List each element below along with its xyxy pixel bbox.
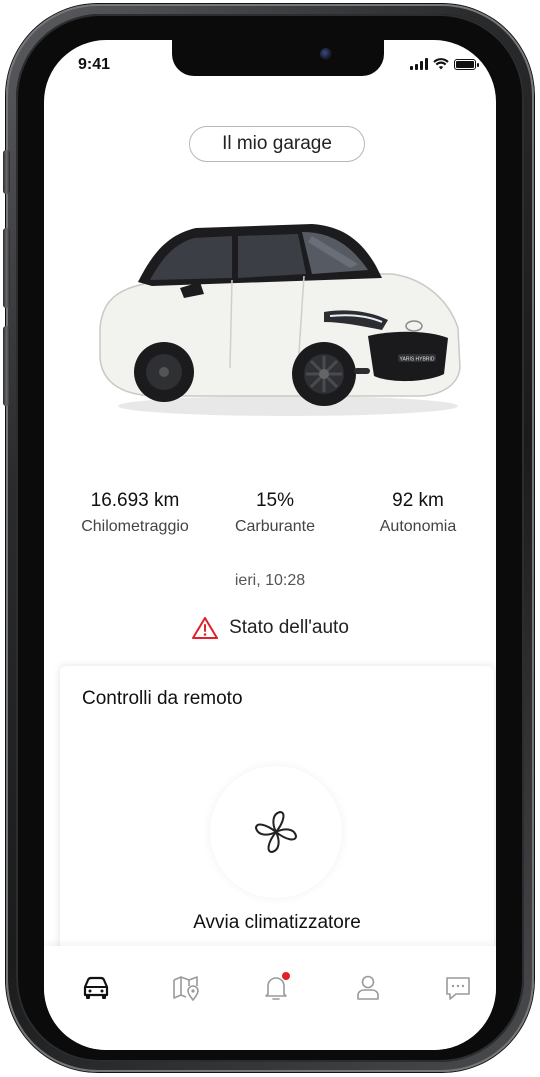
stat-value: 92 km bbox=[392, 490, 444, 511]
car-status-label: Stato dell'auto bbox=[229, 617, 349, 638]
wifi-icon bbox=[433, 58, 449, 70]
car-icon bbox=[83, 976, 109, 999]
stat-value: 15% bbox=[255, 490, 295, 511]
model-badge: YARIS HYBRID bbox=[400, 357, 435, 363]
fan-icon bbox=[255, 811, 297, 853]
nav-notifications[interactable] bbox=[256, 968, 296, 1008]
cellular-signal-icon bbox=[410, 58, 428, 70]
user-icon bbox=[357, 975, 379, 1000]
start-climate-label: Avvia climatizzatore bbox=[193, 912, 361, 933]
stat-label: Autonomia bbox=[379, 518, 457, 535]
stat-range: 92 km Autonomia bbox=[356, 490, 480, 536]
start-climate-button[interactable] bbox=[210, 766, 342, 898]
bottom-navigation bbox=[44, 946, 496, 1050]
my-garage-button[interactable]: Il mio garage bbox=[189, 126, 365, 162]
car-status-link[interactable]: Stato dell'auto bbox=[44, 616, 496, 640]
remote-controls-title: Controlli da remoto bbox=[82, 688, 243, 709]
map-pin-icon bbox=[173, 976, 199, 1002]
notification-badge bbox=[282, 972, 290, 980]
notch bbox=[172, 40, 384, 76]
volume-down-button bbox=[3, 326, 10, 406]
stat-fuel: 15% Carburante bbox=[220, 490, 330, 536]
volume-up-button bbox=[3, 228, 10, 308]
last-update-time: ieri, 10:28 bbox=[234, 572, 306, 589]
nav-messages[interactable] bbox=[438, 968, 478, 1008]
nav-map[interactable] bbox=[166, 968, 206, 1008]
silent-switch bbox=[3, 150, 10, 194]
vehicle-stats: 16.693 km Chilometraggio 15% Carburante … bbox=[60, 490, 480, 550]
chat-icon bbox=[446, 977, 470, 1000]
nav-profile[interactable] bbox=[348, 968, 388, 1008]
nav-car[interactable] bbox=[76, 968, 116, 1008]
front-camera bbox=[320, 48, 332, 60]
warning-icon bbox=[192, 617, 219, 639]
battery-icon bbox=[454, 58, 479, 70]
stat-label: Chilometraggio bbox=[81, 518, 189, 535]
status-time: 9:41 bbox=[78, 56, 111, 73]
car-image[interactable]: YARIS HYBRID bbox=[92, 208, 464, 418]
stat-value: 16.693 km bbox=[90, 490, 180, 511]
stat-label: Carburante bbox=[234, 518, 316, 535]
remote-controls-card: Controlli da remoto Avvia climatizzatore bbox=[60, 666, 494, 966]
stat-mileage: 16.693 km Chilometraggio bbox=[60, 490, 210, 536]
app-screen: 9:41 Il mio garage YARIS HYBRID 16.693 k… bbox=[44, 40, 496, 1050]
status-icons bbox=[410, 58, 479, 70]
